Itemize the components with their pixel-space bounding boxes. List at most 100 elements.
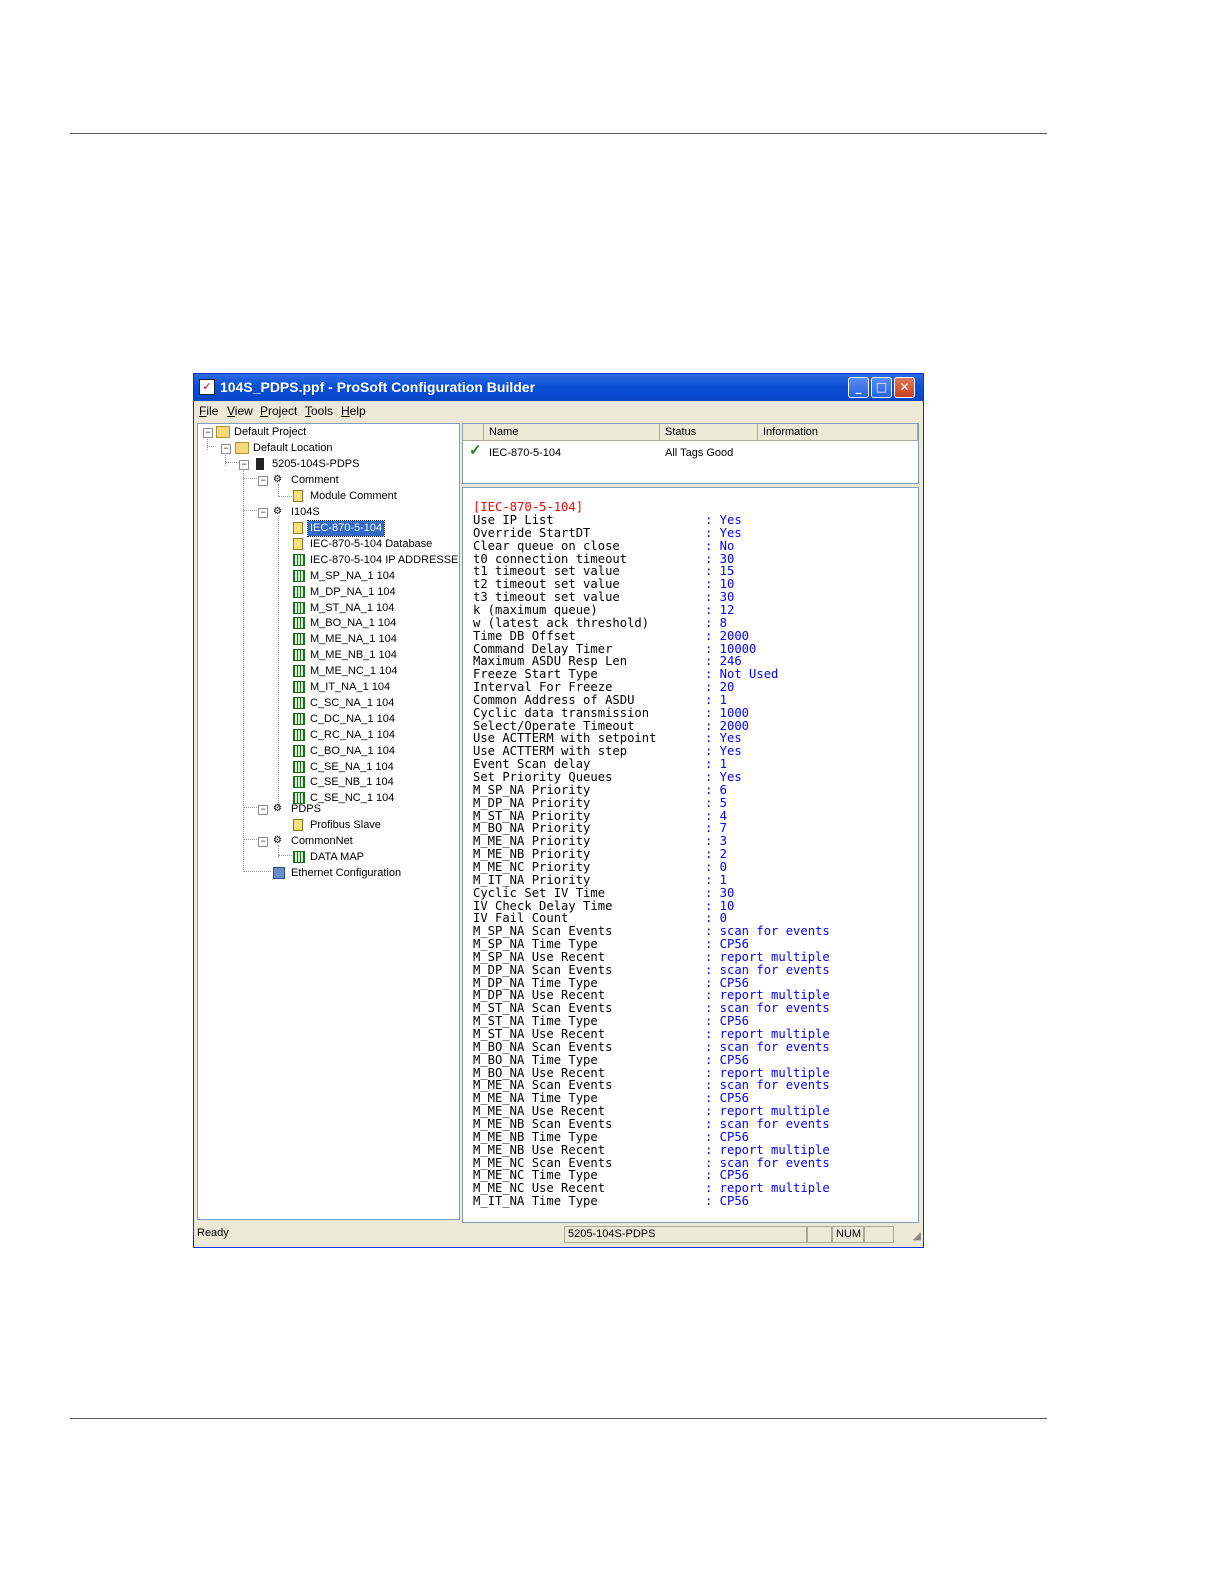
tree-label: C_SE_NA_1 104 (310, 760, 394, 773)
tree-label: Default Project (234, 426, 307, 438)
grid-table-icon (293, 744, 305, 757)
column-header-name[interactable]: Name (484, 424, 660, 441)
menu-file[interactable]: File (199, 404, 218, 418)
param-name: Override StartDT (473, 525, 591, 540)
network-group-icon: ⚙ (273, 506, 282, 517)
param-name: M_DP_NA Priority (473, 795, 591, 810)
status-ready: Ready (197, 1227, 229, 1239)
config-doc-icon (293, 490, 303, 502)
status-list[interactable]: Name Status Information ✓ IEC-870-5-104 … (462, 423, 919, 484)
param-row: Time DB Offset : 2000 (473, 628, 913, 643)
grid-table-icon (293, 776, 305, 789)
tree-label: I104S (291, 506, 320, 518)
param-row: M_IT_NA Priority: 1 (473, 873, 913, 887)
grid-table-icon (293, 633, 305, 646)
param-name: k (maximum queue) (473, 602, 598, 617)
tree-label: Default Location (253, 442, 333, 454)
maximize-button[interactable]: □ (871, 377, 892, 398)
menu-help[interactable]: Help (341, 404, 366, 418)
tree-label: Profibus Slave (310, 819, 381, 831)
tree-label: M_DP_NA_1 104 (310, 585, 396, 598)
tree-label: C_SC_NA_1 104 (310, 696, 395, 709)
list-cell-status: All Tags Good (665, 447, 734, 459)
param-value: : 6 (705, 782, 728, 797)
param-name: M_ME_NB Time Type (473, 1129, 598, 1144)
param-row: M_ME_NB Use Recent: report multiple (473, 1142, 913, 1157)
menu-project[interactable]: Project (260, 404, 297, 418)
location-folder-icon (235, 442, 249, 454)
list-cell-name[interactable]: IEC-870-5-104 (489, 446, 561, 460)
tree-connector-line (243, 510, 257, 511)
status-num: NUM (832, 1226, 864, 1243)
config-detail-pane[interactable]: [IEC-870-5-104] Use IP List: Yes Override… (462, 487, 919, 1223)
collapse-toggle[interactable]: − (258, 508, 268, 518)
tree-connector-line (278, 855, 292, 856)
collapse-toggle[interactable]: − (258, 805, 268, 815)
status-blank-2 (864, 1226, 894, 1243)
param-value: : 5 (705, 795, 728, 810)
title-bar[interactable]: ✓ 104S_PDPS.ppf - ProSoft Configuration … (194, 374, 923, 401)
grid-table-icon (293, 617, 305, 630)
param-value: : CP56 (705, 1052, 750, 1067)
menu-tools[interactable]: Tools (305, 404, 333, 418)
tree-connector-line (225, 462, 239, 463)
param-row: M_IT_NA Time Type: CP56 (473, 1195, 913, 1208)
grid-table-icon (293, 585, 305, 598)
param-name: Time DB Offset (473, 628, 576, 643)
minimize-button[interactable]: _ (848, 377, 869, 398)
param-row: Clear queue on close: No (473, 539, 913, 553)
param-row: k (maximum queue): 12 (473, 602, 913, 617)
param-row: M_SP_NA Priority: 6 (473, 782, 913, 797)
param-name: M_BO_NA Scan Events (473, 1039, 613, 1054)
param-row: Cyclic Set IV Time: 30 (473, 886, 913, 900)
param-name: w (latest ack threshold) (473, 615, 650, 630)
tree-label: M_ME_NA_1 104 (310, 633, 397, 646)
param-value: : report multiple (705, 1142, 830, 1157)
config-doc-icon (293, 522, 303, 534)
collapse-toggle[interactable]: − (239, 460, 249, 470)
tree-label: 5205-104S-PDPS (272, 458, 360, 470)
module-icon (256, 458, 264, 470)
column-header-blank[interactable] (463, 424, 484, 441)
param-row: Common Address of ASDU: 1 (473, 692, 913, 707)
tree-label: CommonNet (291, 835, 353, 847)
collapse-toggle[interactable]: − (203, 428, 213, 438)
grid-table-icon (293, 569, 305, 582)
param-row: M_ME_NB Scan Events: scan for events (473, 1116, 913, 1131)
tree-label: Comment (291, 474, 339, 486)
network-group-icon: ⚙ (273, 474, 282, 485)
tree-label: DATA MAP (310, 851, 364, 863)
tree-label: C_RC_NA_1 104 (310, 728, 395, 741)
param-value: : scan for events (705, 1116, 830, 1131)
grid-table-icon (293, 553, 305, 566)
param-row: M_DP_NA Priority : 5 (473, 795, 913, 810)
param-name: Common Address of ASDU (473, 692, 635, 707)
param-name: M_ME_NC Priority (473, 859, 591, 874)
column-header-status[interactable]: Status (660, 424, 758, 441)
menu-view[interactable]: View (227, 404, 253, 418)
close-button[interactable]: ✕ (894, 377, 915, 398)
status-bar: Ready 5205-104S-PDPS NUM ◢ (194, 1223, 923, 1247)
tree-connector-line (278, 516, 279, 807)
tree-label: Module Comment (310, 490, 397, 502)
param-value: : CP56 (705, 1129, 750, 1144)
column-header-information[interactable]: Information (758, 424, 918, 441)
tree-label: IEC-870-5-104 IP ADDRESSES (310, 553, 460, 566)
collapse-toggle[interactable]: − (258, 476, 268, 486)
tree-label: C_BO_NA_1 104 (310, 744, 395, 757)
grid-table-icon (293, 649, 305, 662)
param-value: : 2000 (705, 628, 750, 643)
param-name: M_SP_NA Use Recent (473, 949, 606, 964)
param-name: Cyclic data transmission (473, 705, 650, 720)
param-name: M_DP_NA Scan Events (473, 962, 613, 977)
project-tree[interactable]: − Default Project − Default Location − 5… (197, 423, 460, 1220)
tree-label: C_SE_NB_1 104 (310, 776, 394, 789)
resize-grip-icon[interactable]: ◢ (913, 1229, 921, 1242)
param-row: M_ME_NB Time Type : CP56 (473, 1129, 913, 1144)
param-value: : scan for events (705, 962, 830, 977)
tree-connector-line (207, 446, 216, 447)
grid-table-icon (293, 728, 305, 741)
param-row: M_SP_NA Use Recent: report multiple (473, 949, 913, 964)
collapse-toggle[interactable]: − (221, 444, 231, 454)
collapse-toggle[interactable]: − (258, 837, 268, 847)
